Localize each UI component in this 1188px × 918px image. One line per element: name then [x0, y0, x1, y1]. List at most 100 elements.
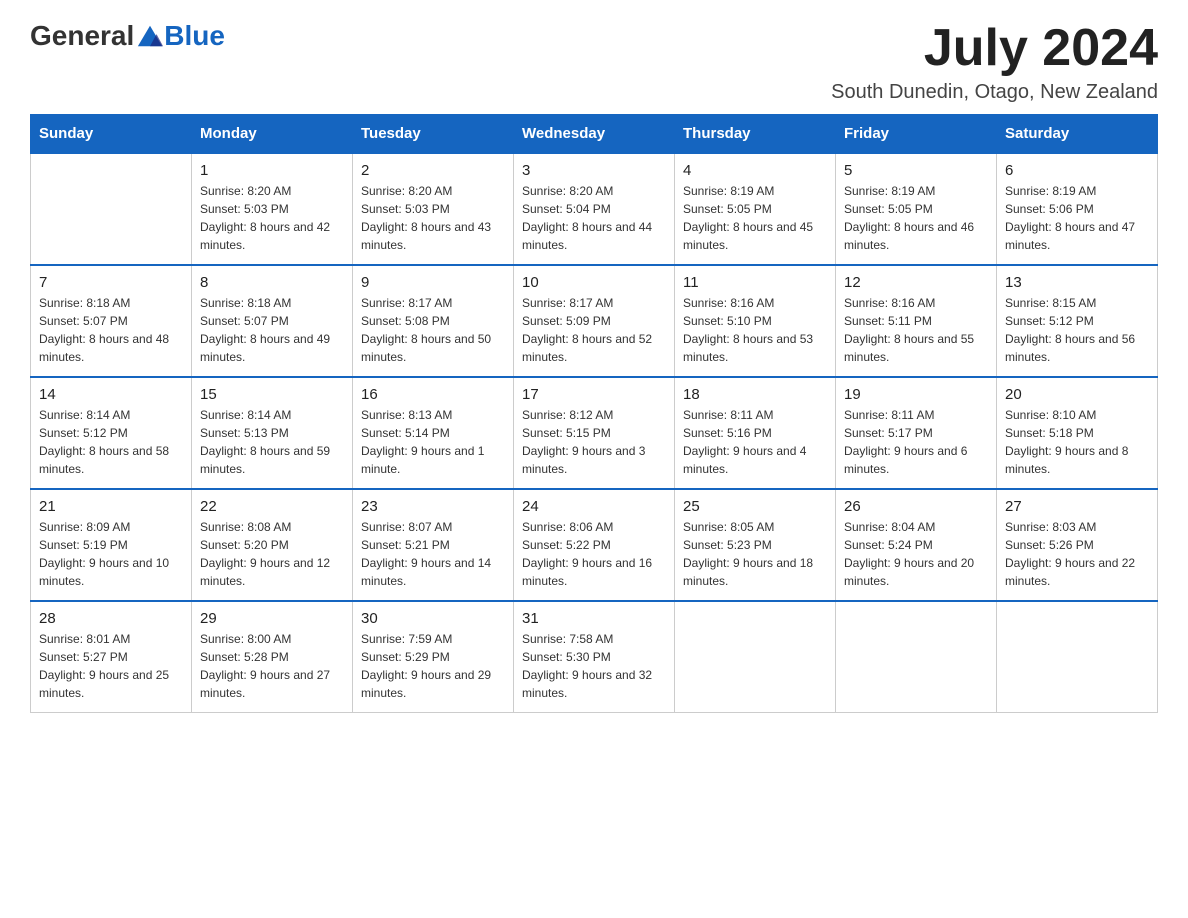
day-info: Sunrise: 8:11 AMSunset: 5:17 PMDaylight:… — [844, 406, 988, 478]
column-header-wednesday: Wednesday — [514, 115, 675, 154]
calendar-cell: 3 Sunrise: 8:20 AMSunset: 5:04 PMDaylight… — [514, 153, 675, 265]
page-header: General Blue July 2024 South Dunedin, Ot… — [30, 20, 1158, 104]
calendar-cell: 14Sunrise: 8:14 AMSunset: 5:12 PMDayligh… — [31, 377, 192, 489]
day-info: Sunrise: 8:09 AMSunset: 5:19 PMDaylight:… — [39, 518, 183, 590]
day-number: 26 — [844, 498, 988, 515]
calendar-cell — [31, 153, 192, 265]
day-number: 4 — [683, 162, 827, 179]
day-number: 20 — [1005, 386, 1149, 403]
calendar-cell — [675, 601, 836, 713]
calendar-week-row: 1 Sunrise: 8:20 AMSunset: 5:03 PMDaylight… — [31, 153, 1158, 265]
title-area: July 2024 South Dunedin, Otago, New Zeal… — [831, 20, 1158, 104]
month-year-title: July 2024 — [831, 20, 1158, 77]
column-header-monday: Monday — [192, 115, 353, 154]
calendar-cell: 27Sunrise: 8:03 AMSunset: 5:26 PMDayligh… — [997, 489, 1158, 601]
calendar-cell: 25 Sunrise: 8:05 AMSunset: 5:23 PMDayligh… — [675, 489, 836, 601]
calendar-cell: 28 Sunrise: 8:01 AMSunset: 5:27 PMDayligh… — [31, 601, 192, 713]
logo-text-blue: Blue — [164, 20, 225, 52]
calendar-header-row: SundayMondayTuesdayWednesdayThursdayFrid… — [31, 115, 1158, 154]
day-number: 28 — [39, 610, 183, 627]
calendar-cell: 11Sunrise: 8:16 AMSunset: 5:10 PMDayligh… — [675, 265, 836, 377]
column-header-saturday: Saturday — [997, 115, 1158, 154]
day-number: 5 — [844, 162, 988, 179]
day-number: 15 — [200, 386, 344, 403]
column-header-thursday: Thursday — [675, 115, 836, 154]
day-info: Sunrise: 8:04 AMSunset: 5:24 PMDaylight:… — [844, 518, 988, 590]
day-number: 10 — [522, 274, 666, 291]
day-info: Sunrise: 8:10 AMSunset: 5:18 PMDaylight:… — [1005, 406, 1149, 478]
logo-icon — [136, 22, 164, 50]
calendar-cell: 21 Sunrise: 8:09 AMSunset: 5:19 PMDayligh… — [31, 489, 192, 601]
day-number: 30 — [361, 610, 505, 627]
day-number: 8 — [200, 274, 344, 291]
day-info: Sunrise: 8:00 AMSunset: 5:28 PMDaylight:… — [200, 630, 344, 702]
day-info: Sunrise: 8:12 AMSunset: 5:15 PMDaylight:… — [522, 406, 666, 478]
day-info: Sunrise: 8:17 AMSunset: 5:09 PMDaylight:… — [522, 294, 666, 366]
day-info: Sunrise: 7:58 AMSunset: 5:30 PMDaylight:… — [522, 630, 666, 702]
day-info: Sunrise: 8:18 AMSunset: 5:07 PMDaylight:… — [200, 294, 344, 366]
day-info: Sunrise: 8:14 AMSunset: 5:12 PMDaylight:… — [39, 406, 183, 478]
calendar-cell: 29 Sunrise: 8:00 AMSunset: 5:28 PMDayligh… — [192, 601, 353, 713]
day-info: Sunrise: 8:07 AMSunset: 5:21 PMDaylight:… — [361, 518, 505, 590]
calendar-cell: 5 Sunrise: 8:19 AMSunset: 5:05 PMDaylight… — [836, 153, 997, 265]
calendar-cell: 7 Sunrise: 8:18 AMSunset: 5:07 PMDaylight… — [31, 265, 192, 377]
calendar-cell: 15Sunrise: 8:14 AMSunset: 5:13 PMDayligh… — [192, 377, 353, 489]
day-number: 24 — [522, 498, 666, 515]
calendar-cell: 8 Sunrise: 8:18 AMSunset: 5:07 PMDaylight… — [192, 265, 353, 377]
calendar-cell: 19 Sunrise: 8:11 AMSunset: 5:17 PMDayligh… — [836, 377, 997, 489]
day-number: 25 — [683, 498, 827, 515]
calendar-cell: 12Sunrise: 8:16 AMSunset: 5:11 PMDayligh… — [836, 265, 997, 377]
day-number: 3 — [522, 162, 666, 179]
calendar-cell: 2 Sunrise: 8:20 AMSunset: 5:03 PMDaylight… — [353, 153, 514, 265]
day-info: Sunrise: 8:01 AMSunset: 5:27 PMDaylight:… — [39, 630, 183, 702]
calendar-cell: 20 Sunrise: 8:10 AMSunset: 5:18 PMDayligh… — [997, 377, 1158, 489]
day-info: Sunrise: 8:18 AMSunset: 5:07 PMDaylight:… — [39, 294, 183, 366]
day-info: Sunrise: 8:19 AMSunset: 5:06 PMDaylight:… — [1005, 182, 1149, 254]
day-number: 11 — [683, 274, 827, 291]
calendar-cell: 22 Sunrise: 8:08 AMSunset: 5:20 PMDayligh… — [192, 489, 353, 601]
calendar-cell: 17Sunrise: 8:12 AMSunset: 5:15 PMDayligh… — [514, 377, 675, 489]
day-number: 19 — [844, 386, 988, 403]
day-number: 29 — [200, 610, 344, 627]
day-number: 2 — [361, 162, 505, 179]
calendar-cell: 18Sunrise: 8:11 AMSunset: 5:16 PMDayligh… — [675, 377, 836, 489]
day-info: Sunrise: 8:17 AMSunset: 5:08 PMDaylight:… — [361, 294, 505, 366]
calendar-cell — [997, 601, 1158, 713]
day-info: Sunrise: 8:19 AMSunset: 5:05 PMDaylight:… — [844, 182, 988, 254]
calendar-week-row: 14Sunrise: 8:14 AMSunset: 5:12 PMDayligh… — [31, 377, 1158, 489]
column-header-sunday: Sunday — [31, 115, 192, 154]
day-number: 21 — [39, 498, 183, 515]
calendar-cell: 26 Sunrise: 8:04 AMSunset: 5:24 PMDayligh… — [836, 489, 997, 601]
day-number: 16 — [361, 386, 505, 403]
day-info: Sunrise: 8:11 AMSunset: 5:16 PMDaylight:… — [683, 406, 827, 478]
calendar-week-row: 21 Sunrise: 8:09 AMSunset: 5:19 PMDayligh… — [31, 489, 1158, 601]
day-number: 1 — [200, 162, 344, 179]
day-info: Sunrise: 8:20 AMSunset: 5:03 PMDaylight:… — [361, 182, 505, 254]
day-number: 22 — [200, 498, 344, 515]
day-info: Sunrise: 8:08 AMSunset: 5:20 PMDaylight:… — [200, 518, 344, 590]
day-info: Sunrise: 8:15 AMSunset: 5:12 PMDaylight:… — [1005, 294, 1149, 366]
calendar-cell: 30Sunrise: 7:59 AMSunset: 5:29 PMDayligh… — [353, 601, 514, 713]
calendar-cell: 31Sunrise: 7:58 AMSunset: 5:30 PMDayligh… — [514, 601, 675, 713]
calendar-week-row: 28 Sunrise: 8:01 AMSunset: 5:27 PMDayligh… — [31, 601, 1158, 713]
day-number: 23 — [361, 498, 505, 515]
calendar-cell: 9 Sunrise: 8:17 AMSunset: 5:08 PMDaylight… — [353, 265, 514, 377]
logo: General Blue — [30, 20, 225, 52]
day-number: 9 — [361, 274, 505, 291]
day-number: 7 — [39, 274, 183, 291]
day-info: Sunrise: 8:20 AMSunset: 5:04 PMDaylight:… — [522, 182, 666, 254]
column-header-friday: Friday — [836, 115, 997, 154]
calendar-cell: 24 Sunrise: 8:06 AMSunset: 5:22 PMDayligh… — [514, 489, 675, 601]
day-info: Sunrise: 8:06 AMSunset: 5:22 PMDaylight:… — [522, 518, 666, 590]
calendar-cell: 1 Sunrise: 8:20 AMSunset: 5:03 PMDaylight… — [192, 153, 353, 265]
calendar-table: SundayMondayTuesdayWednesdayThursdayFrid… — [30, 114, 1158, 713]
day-info: Sunrise: 8:16 AMSunset: 5:11 PMDaylight:… — [844, 294, 988, 366]
day-info: Sunrise: 8:13 AMSunset: 5:14 PMDaylight:… — [361, 406, 505, 478]
day-info: Sunrise: 8:20 AMSunset: 5:03 PMDaylight:… — [200, 182, 344, 254]
calendar-cell: 10 Sunrise: 8:17 AMSunset: 5:09 PMDayligh… — [514, 265, 675, 377]
logo-text-general: General — [30, 20, 134, 52]
calendar-cell: 16 Sunrise: 8:13 AMSunset: 5:14 PMDayligh… — [353, 377, 514, 489]
calendar-cell: 6Sunrise: 8:19 AMSunset: 5:06 PMDaylight… — [997, 153, 1158, 265]
day-info: Sunrise: 8:05 AMSunset: 5:23 PMDaylight:… — [683, 518, 827, 590]
calendar-cell: 13Sunrise: 8:15 AMSunset: 5:12 PMDayligh… — [997, 265, 1158, 377]
